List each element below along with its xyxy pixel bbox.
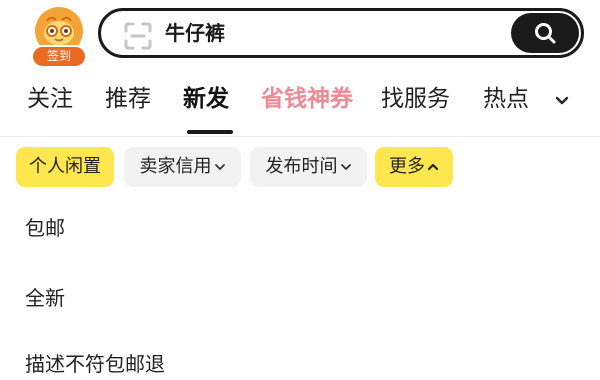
filter-personal-idle[interactable]: 个人闲置 bbox=[16, 147, 114, 187]
tab-coupons[interactable]: 省钱神券 bbox=[261, 82, 353, 116]
chevron-down-icon bbox=[340, 164, 351, 170]
tab-new[interactable]: 新发 bbox=[183, 82, 229, 116]
search-icon bbox=[535, 23, 556, 44]
tab-follow[interactable]: 关注 bbox=[27, 82, 73, 116]
sign-in-button[interactable]: 签到 bbox=[33, 7, 85, 66]
filter-label: 个人闲置 bbox=[29, 156, 101, 177]
sign-in-label: 签到 bbox=[33, 47, 85, 66]
search-button[interactable] bbox=[511, 13, 579, 53]
option-return-if-not-described[interactable]: 描述不符包邮退 bbox=[25, 348, 165, 377]
filter-seller-credit[interactable]: 卖家信用 bbox=[124, 147, 241, 187]
option-free-shipping[interactable]: 包邮 bbox=[25, 212, 65, 241]
tabs-divider bbox=[0, 136, 600, 137]
search-input[interactable]: 牛仔裤 bbox=[165, 11, 225, 55]
chevron-up-icon bbox=[427, 163, 439, 171]
filter-label: 卖家信用 bbox=[139, 156, 212, 177]
tab-services[interactable]: 找服务 bbox=[381, 82, 450, 116]
active-tab-indicator bbox=[187, 130, 233, 134]
option-brand-new[interactable]: 全新 bbox=[25, 282, 65, 311]
chevron-down-icon[interactable] bbox=[553, 92, 571, 110]
filter-label: 更多 bbox=[389, 156, 425, 177]
filter-label: 发布时间 bbox=[265, 156, 338, 177]
scan-icon[interactable] bbox=[123, 21, 153, 51]
filter-post-time[interactable]: 发布时间 bbox=[250, 147, 367, 187]
search-bar[interactable]: 牛仔裤 bbox=[98, 8, 584, 58]
tab-recommend[interactable]: 推荐 bbox=[105, 82, 151, 116]
filter-more[interactable]: 更多 bbox=[375, 147, 453, 187]
tab-trending[interactable]: 热点 bbox=[483, 82, 529, 116]
chevron-down-icon bbox=[214, 164, 225, 170]
